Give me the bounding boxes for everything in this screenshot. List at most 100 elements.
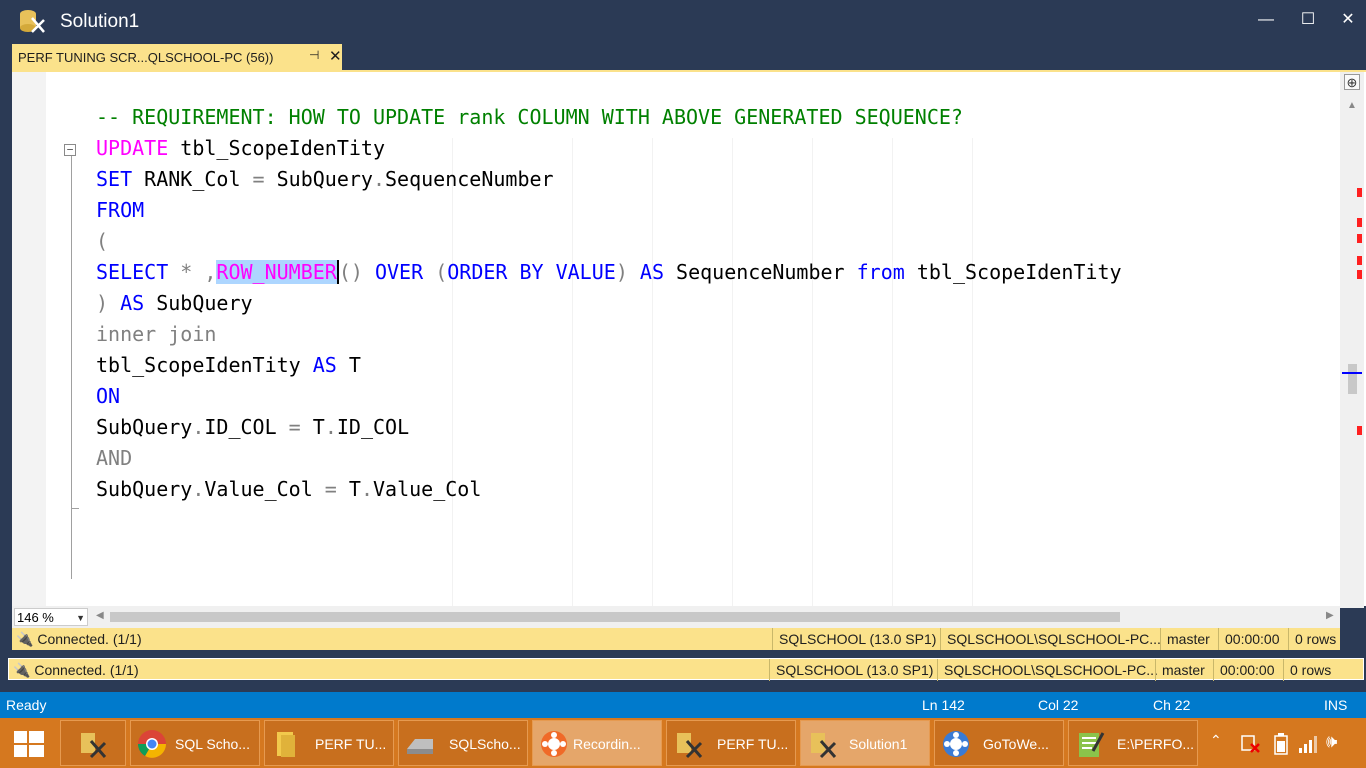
line-number: Ln 142 — [922, 697, 965, 713]
signal-icon[interactable] — [1298, 734, 1318, 754]
code-line: ON — [96, 381, 1122, 412]
sql-identifier: T — [336, 477, 361, 501]
sql-identifier: T — [300, 415, 325, 439]
battery-icon[interactable] — [1274, 733, 1288, 755]
collapse-icon[interactable]: − — [64, 144, 76, 156]
sql-operator: = — [324, 477, 337, 501]
sql-identifier: SequenceNumber — [663, 260, 857, 284]
close-tab-icon[interactable]: ✕ — [329, 47, 342, 65]
vertical-scroll-thumb[interactable] — [1348, 364, 1357, 394]
sql-operator: ) — [615, 260, 628, 284]
taskbar-item-label: E:\PERFO... — [1117, 736, 1195, 752]
sql-identifier: SubQuery — [144, 291, 253, 315]
sql-identifier: T — [336, 353, 361, 377]
sql-keyword: AS — [108, 291, 145, 315]
sql-operator: ( — [435, 260, 448, 284]
ssms-icon — [811, 733, 837, 759]
taskbar-item[interactable]: SQL Scho... — [130, 720, 260, 766]
window-title: Solution1 — [60, 11, 140, 32]
sql-operator: = — [252, 167, 265, 191]
sql-identifier: SequenceNumber — [385, 167, 554, 191]
sql-keyword: ON — [96, 384, 121, 408]
code-line: ) AS SubQuery — [96, 288, 1122, 319]
document-tab[interactable]: PERF TUNING SCR...QLSCHOOL-PC (56)) ⊣ ✕ — [12, 44, 342, 73]
sql-keyword: UPDATE — [96, 136, 169, 160]
sql-keyword: from — [856, 260, 905, 284]
taskbar-pinned-ssms[interactable] — [60, 720, 126, 766]
vertical-scrollbar[interactable]: ⊕ ▲ — [1340, 72, 1364, 608]
sql-keyword: AS — [312, 353, 337, 377]
document-tab-label: PERF TUNING SCR...QLSCHOOL-PC (56)) — [18, 50, 274, 65]
tools-icon — [81, 733, 107, 759]
server-name: SQLSCHOOL (13.0 SP1) — [769, 659, 933, 681]
drive-icon — [407, 739, 433, 754]
connection-text: Connected. (1/1) — [34, 662, 139, 678]
taskbar-item-label: PERF TU... — [717, 736, 789, 752]
code-line: inner join — [96, 319, 1122, 350]
sql-keyword: FROM — [96, 198, 145, 222]
server-name: SQLSCHOOL (13.0 SP1) — [772, 628, 936, 650]
sql-identifier: tbl_ScopeIdenTity — [96, 353, 313, 377]
sql-identifier: tbl_ScopeIdenTity — [168, 136, 385, 160]
change-marker — [1357, 218, 1362, 227]
elapsed-time: 00:00:00 — [1213, 659, 1275, 681]
taskbar-item-label: PERF TU... — [315, 736, 387, 752]
taskbar-item-label: Recordin... — [573, 736, 641, 752]
taskbar-item[interactable]: PERF TU... — [264, 720, 394, 766]
scroll-up-icon[interactable]: ▲ — [1347, 100, 1357, 111]
code-line: -- REQUIREMENT: HOW TO UPDATE rank COLUM… — [96, 102, 1122, 133]
ssms-app-icon — [20, 10, 45, 33]
change-marker — [1357, 188, 1362, 197]
taskbar-item[interactable]: PERF TU... — [666, 720, 796, 766]
taskbar-item[interactable]: Solution1 — [800, 720, 930, 766]
volume-icon[interactable]: 🕪 — [1326, 731, 1337, 752]
query-editor[interactable]: − -- REQUIREMENT: HOW TO UPDATE rank COL… — [12, 70, 1366, 608]
elapsed-time: 00:00:00 — [1218, 628, 1280, 650]
taskbar-item[interactable]: Recordin... — [532, 720, 662, 766]
sql-identifier: Value_Col — [372, 477, 482, 501]
sql-operator: = — [288, 415, 301, 439]
horizontal-scroll-thumb[interactable] — [110, 612, 1120, 622]
taskbar-item[interactable]: GoToWe... — [934, 720, 1064, 766]
show-hidden-icons[interactable]: ⌃ — [1210, 732, 1222, 749]
status-text: Ready — [6, 697, 47, 713]
connection-text: Connected. (1/1) — [37, 631, 142, 647]
network-warning-icon[interactable] — [1240, 734, 1260, 754]
sql-keyword: SET — [96, 167, 133, 191]
close-window-button[interactable]: ✕ — [1328, 6, 1366, 34]
change-marker — [1357, 426, 1362, 435]
sql-keyword: AND — [96, 446, 133, 470]
minimize-button[interactable]: — — [1246, 6, 1286, 34]
gotowebinar-icon — [943, 731, 969, 757]
code-text[interactable]: -- REQUIREMENT: HOW TO UPDATE rank COLUM… — [96, 102, 1122, 505]
chevron-down-icon[interactable]: ▼ — [76, 609, 85, 627]
sql-identifier: Value_Col — [204, 477, 325, 501]
sql-identifier: SubQuery — [264, 167, 373, 191]
windows-start-icon[interactable] — [14, 731, 44, 757]
row-count: 0 rows — [1288, 628, 1336, 650]
sql-operator: () — [338, 260, 363, 284]
split-window-icon[interactable]: ⊕ — [1344, 74, 1360, 90]
scroll-right-icon[interactable]: ▶ — [1326, 610, 1334, 621]
taskbar-item[interactable]: E:\PERFO... — [1068, 720, 1198, 766]
row-count: 0 rows — [1283, 659, 1331, 681]
database-name: master — [1160, 628, 1210, 650]
notepad-icon — [1079, 732, 1105, 757]
pin-icon[interactable]: ⊣ — [309, 48, 319, 62]
maximize-button[interactable]: ☐ — [1288, 6, 1328, 34]
sql-identifier: SubQuery — [96, 415, 193, 439]
zoom-select[interactable]: 146 % ▼ — [14, 608, 88, 626]
sql-comment: -- REQUIREMENT: HOW TO UPDATE rank COLUM… — [96, 105, 963, 129]
taskbar-item[interactable]: SQLScho... — [398, 720, 528, 766]
connection-status: 🔌 Connected. (1/1) — [13, 662, 139, 678]
chrome-icon — [138, 730, 166, 758]
code-line: tbl_ScopeIdenTity AS T — [96, 350, 1122, 381]
scroll-left-icon[interactable]: ◀ — [96, 610, 104, 621]
zoom-value: 146 % — [17, 610, 54, 625]
code-line: ( — [96, 226, 1122, 257]
code-line: UPDATE tbl_ScopeIdenTity — [96, 133, 1122, 164]
sql-keyword: OVER — [362, 260, 436, 284]
document-tab-strip: PERF TUNING SCR...QLSCHOOL-PC (56)) ⊣ ✕ — [0, 44, 1366, 73]
column-number: Col 22 — [1038, 697, 1079, 713]
code-line: SELECT * ,ROW_NUMBER() OVER (ORDER BY VA… — [96, 257, 1122, 288]
